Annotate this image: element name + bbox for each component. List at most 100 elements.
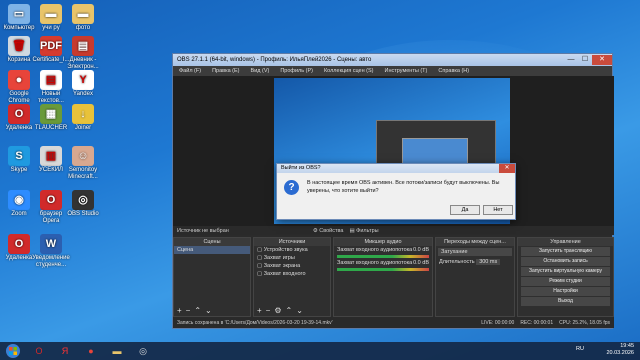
desktop-icon-label: OBS Studio	[67, 211, 99, 217]
no-button[interactable]: Нет	[483, 205, 513, 215]
volume-meter[interactable]	[337, 255, 429, 258]
filters-label: Фильтры	[356, 227, 379, 234]
dialog-close-button[interactable]: ✕	[499, 164, 515, 173]
obs-menubar: Файл (F) Правка (E) Вид (V) Профиль (P) Колл…	[173, 66, 612, 76]
source-item[interactable]: ▢ Захват входного	[254, 270, 330, 278]
source-item[interactable]: ▢ Устройство звука	[254, 246, 330, 254]
volume-meter[interactable]	[337, 268, 429, 271]
control-button[interactable]: Выход	[521, 297, 610, 306]
desktop-icon[interactable]: ▬ фото	[64, 4, 102, 32]
desktop-icon[interactable]: ↓ Joiner	[64, 104, 102, 132]
menu-item[interactable]: Профиль (P)	[280, 68, 313, 74]
transitions-dock: Переходы между сцен... Затухание Длитель…	[435, 237, 515, 317]
language-indicator[interactable]: RU	[576, 346, 584, 353]
exit-dialog: Выйти из OBS? ✕ ? В настоящее время OBS …	[276, 163, 516, 220]
menu-item[interactable]: Правка (E)	[212, 68, 239, 74]
question-icon: ?	[284, 180, 299, 195]
taskbar-app-icon[interactable]: ●	[78, 342, 104, 360]
scene-item[interactable]: Сцена	[174, 246, 250, 254]
taskbar-app-icon[interactable]: Я	[52, 342, 78, 360]
desktop-icon-label: Дневник - Электрон...	[67, 57, 99, 70]
app-icon: 🗑	[8, 36, 30, 56]
yes-button[interactable]: Да	[450, 205, 480, 215]
obs-titlebar: OBS 27.1.1 (64-bit, windows) - Профиль: …	[173, 54, 612, 66]
control-button[interactable]: Остановить запись	[521, 257, 610, 266]
source-item[interactable]: ▢ Захват игры	[254, 254, 330, 262]
taskbar-app-icon[interactable]: ▬	[104, 342, 130, 360]
desktop-icon[interactable]: ☺ Semonitoy Minecraft...	[64, 146, 102, 181]
minimize-button[interactable]: —	[564, 55, 578, 65]
taskbar-apps: O Я ● ▬ ◎	[26, 342, 156, 360]
app-icon: ▤	[72, 36, 94, 56]
source-item[interactable]: ▢ Захват экрана	[254, 262, 330, 270]
status-live: LIVE: 00:00:00	[481, 319, 515, 326]
desktop-icon[interactable]: W Уведомление студенче...	[32, 234, 70, 269]
menu-item[interactable]: Инструменты (T)	[385, 68, 428, 74]
taskbar-app-icon[interactable]: ◎	[130, 342, 156, 360]
dialog-title: Выйти из OBS?	[281, 165, 321, 171]
properties-tab[interactable]: ⚙ Свойства	[313, 228, 344, 234]
desktop-icon[interactable]: ▤ Дневник - Электрон...	[64, 36, 102, 71]
duration-label: Длительность	[439, 259, 475, 265]
source-toolbar: Источник не выбран ⚙ Свойства ▤ Фильтры	[173, 226, 614, 235]
scenes-header: Сцены	[174, 238, 250, 246]
scenes-toolbar[interactable]: +−⌃⌄	[177, 306, 216, 315]
menu-item[interactable]: Справка (H)	[438, 68, 469, 74]
taskbar-app-icon[interactable]: O	[26, 342, 52, 360]
system-tray: RU 19:45 20.03.2026	[576, 343, 634, 357]
app-icon: O	[8, 104, 30, 124]
menu-item[interactable]: Вид (V)	[251, 68, 270, 74]
maximize-button[interactable]: ☐	[578, 55, 592, 65]
start-button[interactable]	[0, 342, 26, 360]
app-icon: ▬	[40, 4, 62, 24]
controls-dock: Управление Запустить трансляцию Остановит…	[517, 237, 614, 317]
desktop-icon-label: Joiner	[74, 125, 92, 131]
app-icon: ▥	[40, 146, 62, 166]
sources-toolbar[interactable]: +−⚙⌃⌄	[257, 306, 307, 315]
no-source-label: Источник не выбран	[177, 227, 229, 234]
filters-tab[interactable]: ▤ Фильтры	[349, 228, 378, 234]
mixer-channel-name: Захват входного аудиопотока 0.0 dB	[337, 247, 429, 253]
app-icon: ▦	[40, 104, 62, 124]
obs-docks: Сцены Сцена +−⌃⌄ Источники ▢ Устройство …	[173, 237, 614, 317]
app-icon: ◉	[8, 190, 30, 210]
properties-label: Свойства	[319, 227, 344, 234]
app-icon: PDF	[40, 36, 62, 56]
close-button[interactable]: ✕	[592, 55, 612, 65]
obs-statusbar: Запись сохранена в 'C:/Users/Дом/Videos/…	[173, 317, 614, 328]
clock-time[interactable]: 19:45	[606, 343, 634, 350]
transition-select[interactable]: Затухание	[438, 248, 512, 256]
desktop-icon-label: фото	[75, 25, 91, 31]
obs-title: OBS 27.1.1 (64-bit, windows) - Профиль: …	[177, 57, 372, 63]
app-icon: ☺	[72, 146, 94, 166]
mixer-list: Захват входного аудиопотока 0.0 dB Захват …	[334, 246, 432, 271]
app-icon: O	[40, 190, 62, 210]
app-icon: W	[40, 234, 62, 254]
mixer-channel: Захват входного аудиопотока 0.0 dB	[334, 259, 432, 271]
windows-logo-icon	[6, 344, 20, 358]
app-icon: ◎	[72, 190, 94, 210]
mixer-header: Микшер аудио	[334, 238, 432, 246]
app-icon: S	[8, 146, 30, 166]
desktop-icon-label: Semonitoy Minecraft...	[68, 167, 98, 180]
desktop-icon[interactable]: Y Yandex	[64, 70, 102, 98]
clock-date[interactable]: 20.03.2026	[606, 350, 634, 357]
status-rec: REC: 00:00:01	[520, 319, 554, 326]
control-button[interactable]: Режим студии	[521, 277, 610, 286]
app-icon: ▭	[8, 4, 30, 24]
controls-header: Управление	[518, 238, 613, 246]
control-button[interactable]: Запустить трансляцию	[521, 247, 610, 256]
app-icon: O	[8, 234, 30, 254]
app-icon: ▤	[40, 70, 62, 90]
scenes-dock: Сцены Сцена +−⌃⌄	[173, 237, 251, 317]
status-saved: Запись сохранена в 'C:/Users/Дом/Videos/…	[177, 319, 333, 326]
app-icon: ↓	[72, 104, 94, 124]
desktop-icon-label: Уведомление студенче...	[32, 255, 70, 268]
duration-input[interactable]: 300 ms	[476, 259, 501, 265]
control-button[interactable]: Настройки	[521, 287, 610, 296]
mixer-channel: Захват входного аудиопотока 0.0 dB	[334, 246, 432, 258]
control-button[interactable]: Запустить виртуальную камеру	[521, 267, 610, 276]
menu-item[interactable]: Коллекция сцен (S)	[324, 68, 374, 74]
menu-item[interactable]: Файл (F)	[179, 68, 201, 74]
desktop-icon[interactable]: ◎ OBS Studio	[64, 190, 102, 218]
